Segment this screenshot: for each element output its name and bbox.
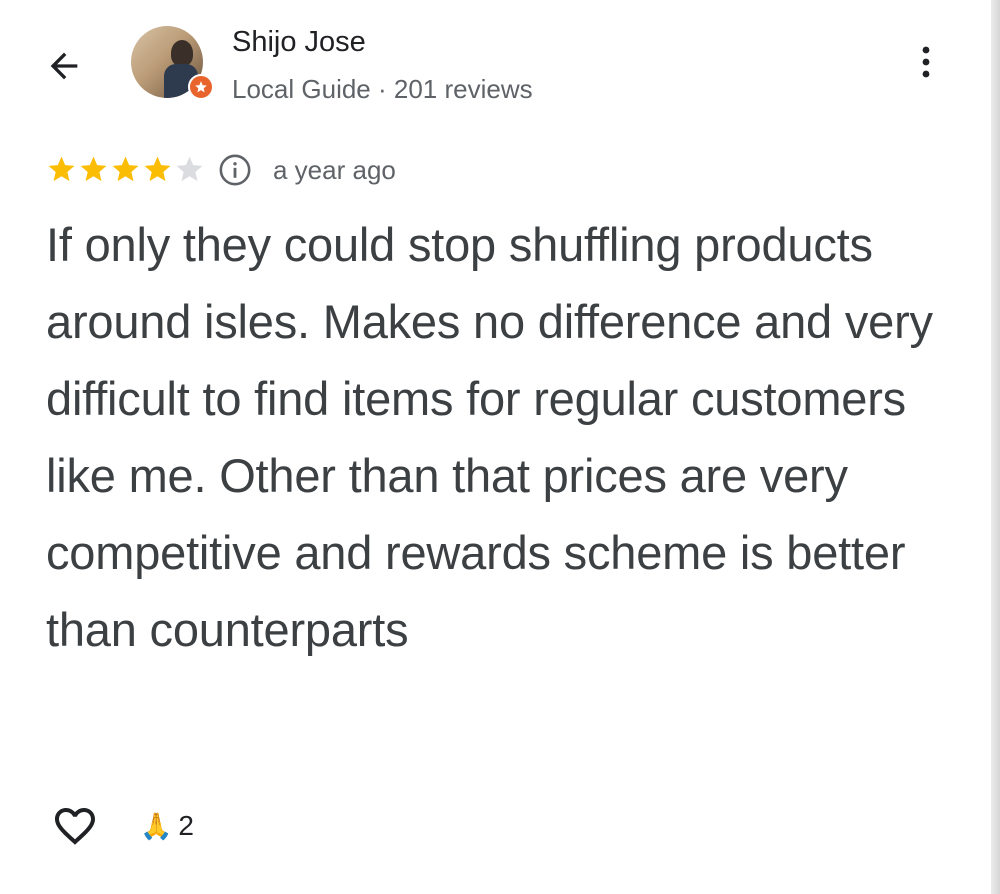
reviewer-name[interactable]: Shijo Jose [232,24,366,60]
more-vert-icon [922,46,930,78]
local-guide-star-icon [195,81,207,93]
screen-edge [991,0,1000,894]
info-icon[interactable] [218,153,252,187]
star-filled-icon [112,156,139,182]
local-guide-badge [188,74,214,100]
back-button[interactable] [38,40,90,92]
star-filled-icon [80,156,107,182]
star-rating [46,154,205,185]
arrow-back-icon [50,52,78,80]
heart-outline-icon[interactable] [49,802,101,850]
reaction-chip[interactable]: 🙏 2 [140,806,194,846]
pray-emoji-icon: 🙏 [140,811,173,841]
reaction-count: 2 [178,810,194,841]
star-filled-icon [144,156,171,182]
more-options-button[interactable] [906,42,946,82]
review-text: If only they could stop shuffling produc… [46,218,933,656]
reviewer-meta: Local Guide · 201 reviews [232,74,533,104]
avatar-head [171,40,193,66]
review-detail-page: Shijo Jose Local Guide · 201 reviews a y… [0,0,1000,894]
review-time: a year ago [273,155,396,185]
star-filled-icon [48,156,75,182]
star-empty-icon [176,156,203,182]
